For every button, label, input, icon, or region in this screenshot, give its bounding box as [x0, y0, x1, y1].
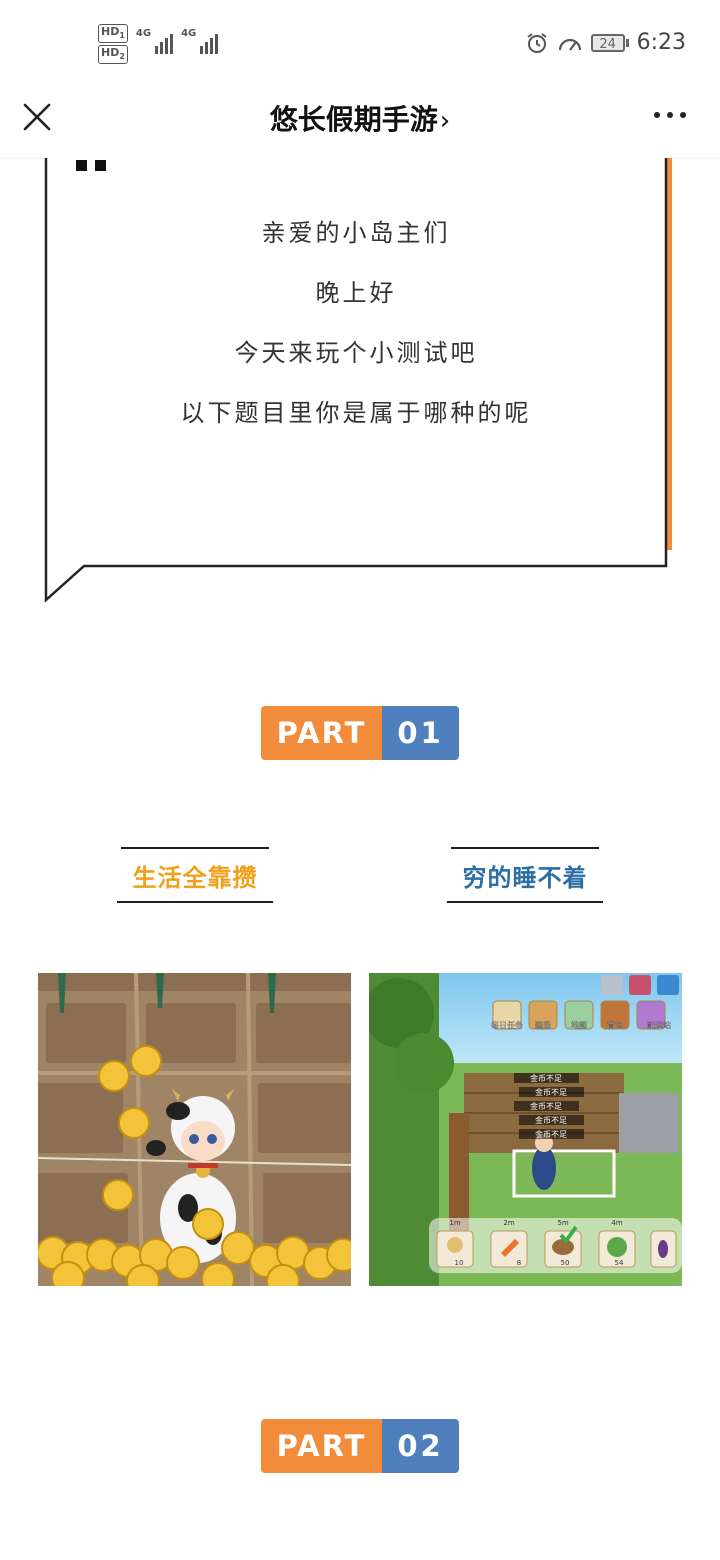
part-02-badge: PART 02 [261, 1419, 459, 1473]
speech-bubble: 亲爱的小岛主们 晚上好 今天来玩个小测试吧 以下题目里你是属于哪种的呢 [0, 158, 720, 618]
warning-text-1: 金币不足 [530, 1073, 562, 1083]
option-caption-right: 穷的睡不着 [447, 847, 603, 903]
warning-text-5: 金币不足 [535, 1129, 567, 1139]
signal-icon-2: 4G [181, 28, 219, 54]
part-number: 02 [382, 1419, 459, 1473]
greeting-line-2: 晚上好 [315, 279, 397, 307]
network-indicators: HD1 HD2 4G 4G [98, 24, 219, 65]
part-number: 01 [382, 706, 459, 760]
speed-icon [558, 38, 581, 51]
menu-daily-tasks: 每日任务 [491, 1020, 523, 1030]
nav-bar: 悠长假期手游› [0, 88, 720, 159]
quote-mark [76, 160, 106, 171]
warning-text-3: 金币不足 [530, 1101, 562, 1111]
slot-time-2: 2m [503, 1219, 514, 1227]
more-icon[interactable] [654, 112, 686, 118]
cow-coins-image[interactable] [38, 973, 351, 1286]
slot-price-4: 54 [615, 1259, 624, 1267]
slot-time-4: 4m [611, 1219, 622, 1227]
alarm-icon [526, 32, 547, 53]
slot-price-3: 50 [561, 1259, 570, 1267]
part-label: PART [261, 706, 382, 760]
slot-price-1: 10 [455, 1259, 464, 1267]
status-bar: HD1 HD2 4G 4G 24 6:23 [0, 0, 720, 88]
slot-time-3: 5m [557, 1219, 568, 1227]
warning-text-4: 金币不足 [535, 1115, 567, 1125]
greeting-line-4: 以下题目里你是属于哪种的呢 [180, 399, 532, 427]
slot-price-2: 8 [517, 1259, 521, 1267]
slot-time-1: 1m [449, 1219, 460, 1227]
part-01-badge: PART 01 [261, 706, 459, 760]
hd-badge-2: HD2 [98, 45, 128, 65]
greeting-line-3: 今天来玩个小测试吧 [234, 339, 478, 367]
hd-badge-1: HD1 [98, 24, 128, 44]
greeting-line-1: 亲爱的小岛主们 [261, 219, 451, 247]
menu-backpack: 背包 [607, 1020, 623, 1030]
battery-icon: 24 [590, 33, 629, 52]
menu-delivery: 配送站 [647, 1020, 671, 1030]
part-label: PART [261, 1419, 382, 1473]
farm-game-image[interactable]: 每日任务 建造 地图 背包 配送站 金币不足 金币不足 金币不足 金币不足 金币… [369, 973, 682, 1286]
option-caption-left: 生活全靠攒 [117, 847, 273, 903]
warning-text-2: 金币不足 [535, 1087, 567, 1097]
menu-map: 地图 [571, 1020, 587, 1030]
account-title[interactable]: 悠长假期手游› [0, 98, 720, 138]
chevron-right-icon: › [439, 106, 451, 136]
menu-build: 建造 [535, 1020, 551, 1030]
signal-icon-1: 4G [136, 28, 174, 54]
clock: 6:23 [636, 30, 686, 55]
